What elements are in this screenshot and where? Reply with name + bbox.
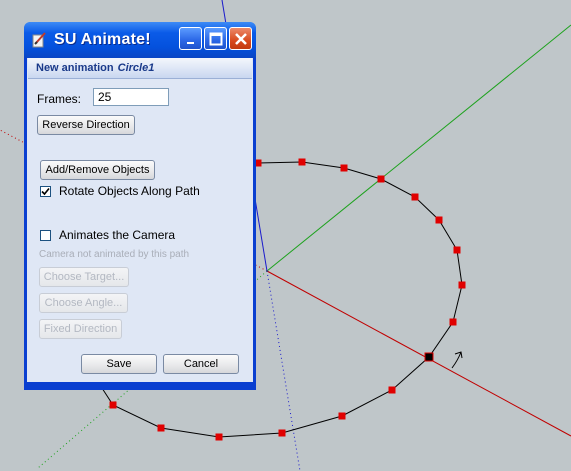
rotate-checkbox[interactable] bbox=[40, 186, 51, 197]
dialog-client-area: New animation Circle1 Frames: Reverse Di… bbox=[27, 58, 253, 382]
frames-label: Frames: bbox=[37, 92, 82, 106]
path-point bbox=[338, 412, 346, 420]
path-point bbox=[278, 429, 286, 437]
close-button[interactable] bbox=[229, 27, 252, 50]
path-point bbox=[298, 158, 306, 166]
fixed-direction-button[interactable]: Fixed Direction bbox=[39, 319, 122, 339]
section-label: New animation bbox=[36, 62, 114, 74]
maximize-button[interactable] bbox=[204, 27, 227, 50]
path-point bbox=[109, 401, 117, 409]
path-point bbox=[215, 433, 223, 441]
close-icon bbox=[234, 32, 247, 45]
camera-note: Camera not animated by this path bbox=[39, 249, 190, 260]
path-point bbox=[377, 175, 385, 183]
direction-arrow-icon bbox=[451, 351, 463, 369]
title-bar[interactable]: SU Animate! bbox=[24, 22, 256, 58]
path-point bbox=[340, 164, 348, 172]
window-title: SU Animate! bbox=[54, 31, 151, 48]
blue-axis-dotted bbox=[266, 270, 301, 471]
path-point bbox=[157, 424, 165, 432]
animate-camera-label: Animates the Camera bbox=[59, 228, 176, 242]
reverse-direction-button[interactable]: Reverse Direction bbox=[37, 115, 135, 135]
green-axis-line bbox=[266, 24, 571, 272]
rotate-label: Rotate Objects Along Path bbox=[59, 184, 200, 198]
choose-target-button[interactable]: Choose Target... bbox=[39, 267, 129, 287]
section-header: New animation Circle1 bbox=[28, 58, 252, 79]
path-point bbox=[411, 193, 419, 201]
cancel-button[interactable]: Cancel bbox=[163, 354, 239, 374]
save-button[interactable]: Save bbox=[81, 354, 157, 374]
add-remove-objects-button[interactable]: Add/Remove Objects bbox=[40, 160, 155, 180]
choose-angle-button[interactable]: Choose Angle... bbox=[39, 293, 128, 313]
object-name: Circle1 bbox=[117, 62, 155, 74]
app-icon bbox=[32, 32, 46, 48]
path-point bbox=[435, 216, 443, 224]
path-point bbox=[388, 386, 396, 394]
red-axis-line bbox=[266, 270, 571, 437]
maximize-icon bbox=[209, 32, 222, 45]
path-point bbox=[453, 246, 461, 254]
su-animate-dialog: SU Animate! New animation Circle1 Frames… bbox=[24, 22, 256, 390]
start-point[interactable] bbox=[424, 352, 434, 362]
frames-input[interactable] bbox=[93, 88, 169, 106]
path-point bbox=[449, 318, 457, 326]
check-icon bbox=[41, 187, 50, 196]
path-point bbox=[458, 281, 466, 289]
minimize-button[interactable] bbox=[179, 27, 202, 50]
minimize-icon bbox=[186, 41, 194, 44]
animate-camera-checkbox[interactable] bbox=[40, 230, 51, 241]
